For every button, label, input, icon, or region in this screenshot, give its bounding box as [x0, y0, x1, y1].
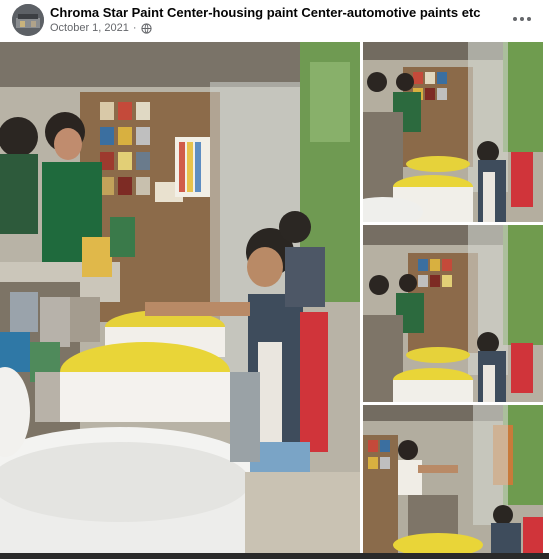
globe-icon — [140, 22, 152, 34]
photo-thumb-2[interactable] — [363, 225, 543, 402]
footer-bar — [0, 553, 549, 559]
page-name-link[interactable]: Chroma Star Paint Center-housing paint C… — [50, 5, 481, 20]
meta-separator: · — [132, 22, 137, 34]
photo-grid — [0, 42, 549, 555]
post-header: Chroma Star Paint Center-housing paint C… — [0, 0, 549, 42]
post-meta: October 1, 2021 · — [50, 22, 152, 34]
photo-main[interactable] — [0, 42, 360, 555]
post-date-link[interactable]: October 1, 2021 — [50, 22, 129, 34]
photo-thumb-1[interactable] — [363, 42, 543, 222]
more-options-icon[interactable] — [509, 8, 535, 30]
page-avatar[interactable] — [12, 4, 44, 36]
photo-thumb-3[interactable] — [363, 405, 543, 555]
